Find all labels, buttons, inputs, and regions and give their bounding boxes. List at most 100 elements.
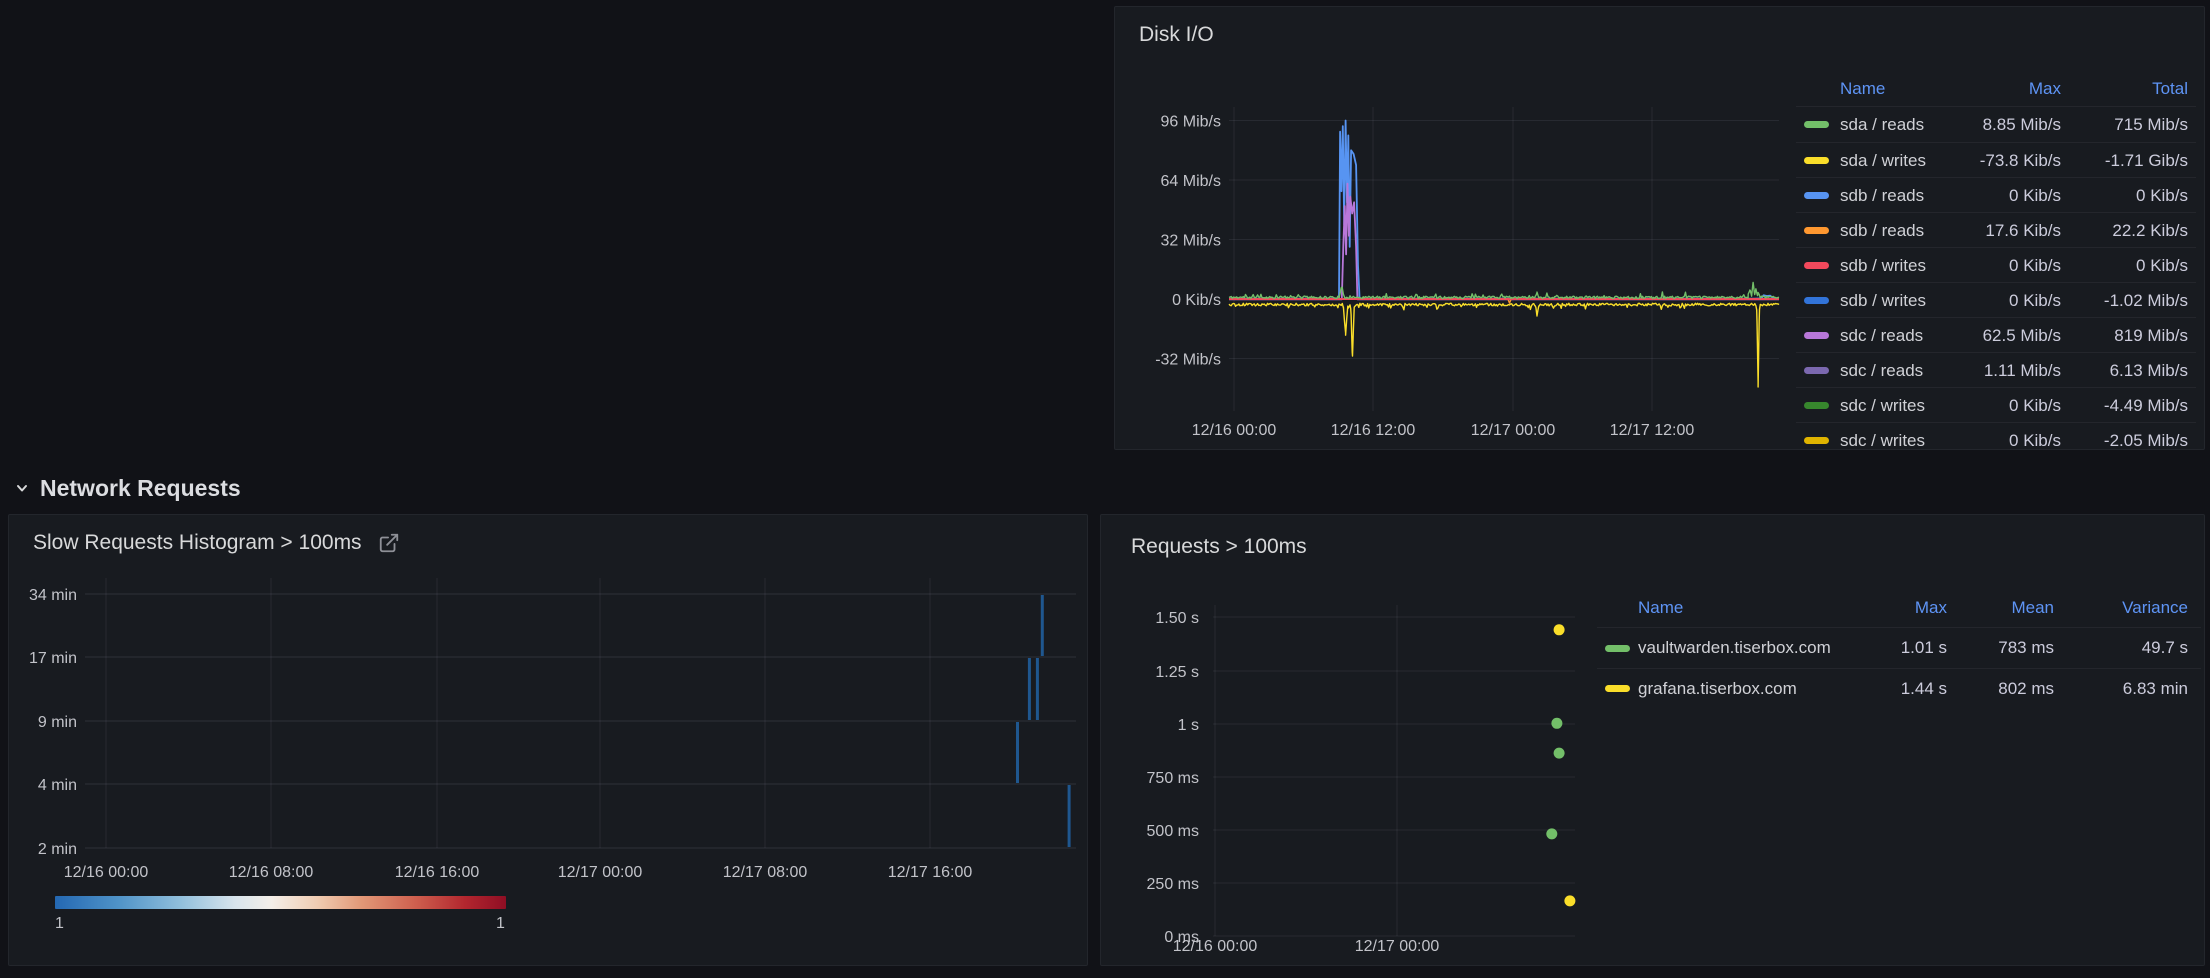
series-color-swatch	[1804, 367, 1829, 374]
series-name: sdc / reads	[1840, 353, 1923, 388]
axis-tick-label: 750 ms	[1147, 770, 1199, 787]
series-name: sdc / reads	[1840, 318, 1923, 353]
axis-tick-label: 12/17 00:00	[558, 864, 643, 881]
disk-legend-header-max[interactable]: Max	[2029, 71, 2061, 107]
axis-tick-label: 12/16 08:00	[229, 864, 314, 881]
legend-row[interactable]: sda / reads 8.85 Mib/s 715 Mib/s	[1796, 107, 2196, 142]
series-name: sdc / writes	[1840, 423, 1925, 450]
axis-tick-label: 12/17 00:00	[1355, 938, 1440, 955]
legend-row[interactable]: sda / writes -73.8 Kib/s -1.71 Gib/s	[1796, 142, 2196, 177]
section-network-requests[interactable]: Network Requests	[12, 472, 241, 504]
series-color-swatch	[1804, 437, 1829, 444]
axis-tick-label: 250 ms	[1147, 876, 1199, 893]
legend-row[interactable]: sdc / reads1.11 Mib/s6.13 Mib/s	[1796, 352, 2196, 387]
axis-tick-label: 12/16 00:00	[1173, 938, 1258, 955]
series-color-swatch	[1804, 121, 1829, 128]
axis-tick-label: 1 s	[1178, 717, 1199, 734]
series-total: 22.2 Kib/s	[2112, 213, 2188, 248]
legend-row[interactable]: grafana.tiserbox.com 1.44 s 802 ms 6.83 min	[1597, 668, 2201, 708]
series-total: -2.05 Mib/s	[2104, 423, 2188, 450]
series-max: 1.44 s	[1901, 669, 1947, 709]
series-name: sdb / reads	[1840, 178, 1924, 213]
series-max: 0 Kib/s	[2009, 423, 2061, 450]
legend-row[interactable]: sdc / reads62.5 Mib/s819 Mib/s	[1796, 317, 2196, 352]
series-name: sdb / writes	[1840, 283, 1926, 318]
axis-tick-label: 2 min	[38, 841, 77, 858]
requests-legend-header-mean[interactable]: Mean	[2011, 588, 2054, 628]
disk-plot-area[interactable]	[1229, 107, 1779, 411]
axis-tick-label: 12/17 12:00	[1610, 422, 1695, 439]
series-total: -1.02 Mib/s	[2104, 283, 2188, 318]
axis-tick-label: 1.25 s	[1155, 664, 1199, 681]
axis-tick-label: -32 Mib/s	[1155, 352, 1221, 369]
heatmap-plot-area[interactable]	[85, 578, 1076, 848]
axis-tick-label: 32 Mib/s	[1161, 233, 1221, 250]
legend-row[interactable]: sdc / writes 0 Kib/s -4.49 Mib/s	[1796, 387, 2196, 422]
chevron-down-icon	[12, 478, 32, 498]
legend-row[interactable]: sdb / reads 0 Kib/s 0 Kib/s	[1796, 177, 2196, 212]
disk-legend-header-name[interactable]: Name	[1840, 71, 1885, 107]
disk-legend-header-total[interactable]: Total	[2152, 71, 2188, 107]
series-total: -1.71 Gib/s	[2105, 143, 2188, 178]
axis-tick-label: 12/17 08:00	[723, 864, 808, 881]
axis-tick-label: 500 ms	[1147, 823, 1199, 840]
series-color-swatch	[1804, 157, 1829, 164]
legend-row[interactable]: sdb / writes 0 Kib/s -1.02 Mib/s	[1796, 282, 2196, 317]
disk-io-legend: Name Max Total sda / reads 8.85 Mib/s 715 …	[1796, 71, 2196, 450]
series-color-swatch	[1804, 262, 1829, 269]
axis-tick-label: 34 min	[29, 587, 77, 604]
series-name: sdc / writes	[1840, 388, 1925, 423]
legend-row[interactable]: sdb / reads 17.6 Kib/s 22.2 Kib/s	[1796, 212, 2196, 247]
series-name: sdb / reads	[1840, 213, 1924, 248]
axis-tick-label: 4 min	[38, 777, 77, 794]
axis-tick-label: 96 Mib/s	[1161, 114, 1221, 131]
histogram-panel: Slow Requests Histogram > 100ms 34 min17…	[8, 514, 1088, 966]
color-scale-min: 1	[55, 915, 64, 933]
series-total: 0 Kib/s	[2136, 178, 2188, 213]
series-max: 0 Kib/s	[2009, 388, 2061, 423]
legend-row[interactable]: sdc / writes 0 Kib/s -2.05 Mib/s	[1796, 422, 2196, 450]
section-title: Network Requests	[40, 475, 241, 502]
series-name: sda / writes	[1840, 143, 1926, 178]
series-color-swatch	[1605, 685, 1630, 692]
series-max: 8.85 Mib/s	[1983, 107, 2061, 142]
requests-legend-header-max[interactable]: Max	[1915, 588, 1947, 628]
series-name: grafana.tiserbox.com	[1638, 669, 1797, 709]
series-color-swatch	[1804, 192, 1829, 199]
color-scale-max: 1	[496, 915, 505, 933]
legend-row[interactable]: vaultwarden.tiserbox.com1.01 s783 ms49.7…	[1597, 628, 2201, 668]
series-variance: 6.83 min	[2123, 669, 2188, 709]
disk-io-panel: Disk I/O 96 Mib/s64 Mib/s32 Mib/s0 Kib/s…	[1114, 6, 2205, 450]
axis-tick-label: 12/17 00:00	[1471, 422, 1556, 439]
legend-row[interactable]: sdb / writes0 Kib/s0 Kib/s	[1796, 247, 2196, 282]
axis-tick-label: 12/16 00:00	[64, 864, 149, 881]
axis-tick-label: 9 min	[38, 714, 77, 731]
requests-legend: Name Max Mean Variance vaultwarden.tiser…	[1597, 588, 2201, 708]
series-variance: 49.7 s	[2142, 628, 2188, 668]
requests-plot-area[interactable]	[1213, 605, 1575, 936]
series-max: 1.11 Mib/s	[1984, 353, 2061, 388]
series-color-swatch	[1605, 645, 1630, 652]
series-total: 715 Mib/s	[2114, 107, 2188, 142]
requests-chart[interactable]: 1.50 s1.25 s1 s750 ms500 ms250 ms0 ms12/…	[1101, 515, 2204, 965]
series-max: -73.8 Kib/s	[1980, 143, 2061, 178]
series-max: 0 Kib/s	[2009, 178, 2061, 213]
series-color-swatch	[1804, 297, 1829, 304]
requests-legend-header: Name Max Mean Variance	[1597, 588, 2201, 628]
requests-legend-header-name[interactable]: Name	[1638, 588, 1683, 628]
series-name: sda / reads	[1840, 107, 1924, 142]
series-max: 17.6 Kib/s	[1985, 213, 2061, 248]
series-max: 0 Kib/s	[2009, 283, 2061, 318]
axis-tick-label: 12/16 12:00	[1331, 422, 1416, 439]
series-mean: 802 ms	[1998, 669, 2054, 709]
series-max: 1.01 s	[1901, 628, 1947, 668]
series-total: -4.49 Mib/s	[2104, 388, 2188, 423]
requests-legend-header-variance[interactable]: Variance	[2122, 588, 2188, 628]
requests-panel: Requests > 100ms 1.50 s1.25 s1 s750 ms50…	[1100, 514, 2205, 966]
series-color-swatch	[1804, 227, 1829, 234]
axis-tick-label: 64 Mib/s	[1161, 173, 1221, 190]
axis-tick-label: 12/16 00:00	[1192, 422, 1277, 439]
axis-tick-label: 12/17 16:00	[888, 864, 973, 881]
series-total: 0 Kib/s	[2136, 248, 2188, 283]
series-mean: 783 ms	[1998, 628, 2054, 668]
